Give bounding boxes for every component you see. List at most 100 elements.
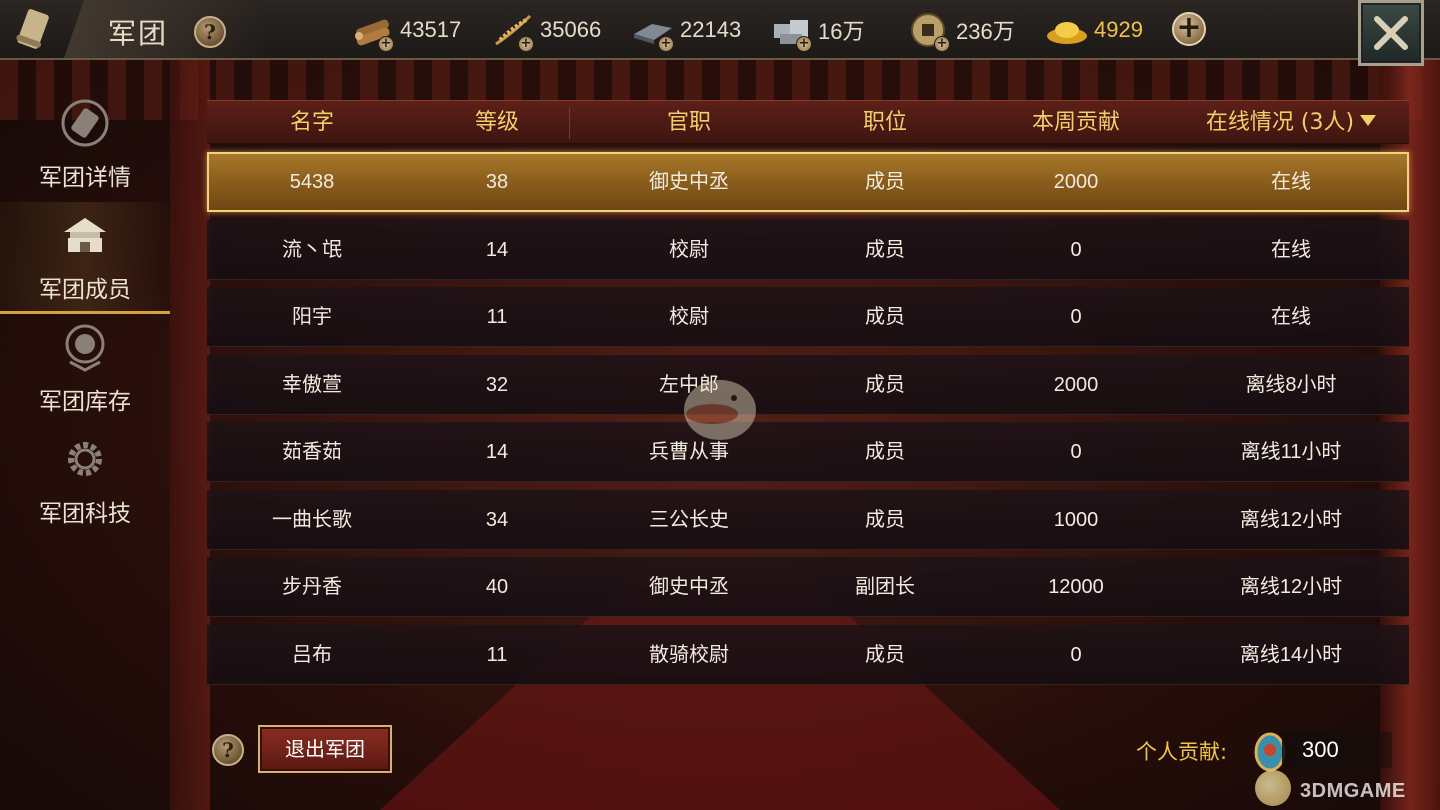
cell-contribution: 0 [1070, 643, 1082, 666]
sidebar-item-details[interactable]: 军团详情 [0, 90, 170, 202]
cell-position: 成员 [865, 306, 905, 328]
table-row[interactable]: 步丹香 40 御史中丞 副团长 12000 离线12小时 [207, 557, 1409, 617]
column-header-office[interactable]: 官职 [577, 101, 801, 145]
resource-stone[interactable]: + 16万 [768, 8, 864, 52]
cell-contribution: 0 [1070, 306, 1082, 328]
coin-seal-icon [65, 324, 105, 372]
cell-level: 11 [486, 643, 508, 666]
table-row[interactable]: 茹香茹 14 兵曹从事 成员 0 离线11小时 [207, 422, 1409, 482]
cell-position: 成员 [865, 508, 905, 531]
grain-value: 35066 [540, 17, 602, 42]
cell-name: 一曲长歌 [272, 508, 352, 531]
cell-status: 在线 [1271, 238, 1311, 261]
cell-level: 14 [485, 238, 509, 261]
table-header: 名字 等级 官职 职位 本周贡献 在线情况 (3人) [207, 100, 1409, 144]
table-row[interactable]: 阳宇 11 校尉 成员 0 在线 [207, 287, 1409, 347]
cell-level: 38 [485, 171, 509, 193]
recharge-plus-button[interactable]: + [1172, 12, 1206, 46]
personal-contribution-label: 个人贡献: [1136, 740, 1228, 764]
table-row[interactable]: 5438 38 御史中丞 成员 2000 在线 [207, 152, 1409, 212]
column-header-level[interactable]: 等级 [417, 101, 577, 145]
add-stone-icon[interactable]: + [796, 36, 812, 52]
column-header-name[interactable]: 名字 [207, 101, 417, 145]
cell-level: 14 [485, 441, 509, 463]
footer-help-button[interactable]: ? [212, 734, 244, 766]
wood-icon: + [350, 10, 396, 52]
palace-icon [64, 218, 106, 252]
iron-value: 22143 [680, 17, 742, 42]
personal-contribution-value: 300 [1282, 732, 1392, 768]
sidebar-item-members[interactable]: 军团成员 [0, 202, 170, 314]
cell-name: 吕布 [292, 643, 332, 666]
cell-level: 32 [485, 373, 509, 396]
cell-position: 成员 [865, 441, 905, 463]
cell-level: 11 [486, 306, 508, 328]
page-title: 军团 [108, 17, 169, 50]
scroll-icon[interactable] [12, 6, 60, 54]
table-row[interactable]: 吕布 11 散骑校尉 成员 0 离线14小时 [207, 624, 1409, 685]
resource-wood[interactable]: + 43517 [350, 8, 461, 52]
cell-position: 副团长 [855, 576, 915, 598]
grain-icon: + [490, 10, 536, 52]
resource-grain[interactable]: + 35066 [490, 8, 601, 52]
watermark-logo-icon [1255, 770, 1291, 806]
stone-value: 16万 [818, 19, 865, 44]
cell-contribution: 0 [1070, 238, 1082, 261]
sidebar-item-tech[interactable]: 军团科技 [0, 426, 170, 538]
cell-position: 成员 [865, 171, 905, 193]
table-row[interactable]: 流丶氓 14 校尉 成员 0 在线 [207, 219, 1409, 280]
sidebar-item-storage[interactable]: 军团库存 [0, 314, 170, 426]
gold-value: 4929 [1094, 17, 1143, 42]
sidebar-item-label: 军团详情 [39, 165, 131, 191]
column-header-contribution[interactable]: 本周贡献 [969, 101, 1183, 145]
cell-office: 御史中丞 [649, 171, 729, 193]
cell-level: 40 [485, 576, 509, 598]
cell-name: 幸傲萱 [282, 373, 342, 396]
top-bar: 军团 ? + 43517 + 35066 + 22143 + 16万 + 236… [0, 0, 1440, 66]
resource-gold[interactable]: 4929 [1044, 8, 1143, 52]
quit-legion-button[interactable]: 退出军团 [258, 725, 392, 773]
coin-value: 236万 [956, 19, 1015, 44]
help-glyph: ? [222, 738, 234, 762]
sidebar-item-label: 军团成员 [39, 277, 131, 303]
column-header-online-status[interactable]: 在线情况 (3人) [1183, 101, 1399, 145]
sidebar-item-label: 军团科技 [39, 501, 131, 527]
cell-position: 成员 [865, 643, 905, 666]
cell-contribution: 12000 [1048, 576, 1104, 598]
resource-coin[interactable]: + 236万 [906, 8, 1015, 52]
curtain-left [170, 60, 210, 810]
wood-value: 43517 [400, 17, 462, 42]
cell-status: 在线 [1271, 171, 1311, 193]
cell-contribution: 2000 [1053, 171, 1099, 193]
add-coin-icon[interactable]: + [934, 36, 950, 52]
cell-name: 流丶氓 [282, 238, 342, 261]
coin-icon: + [906, 10, 952, 52]
help-button[interactable]: ? [194, 16, 226, 48]
add-iron-icon[interactable]: + [658, 36, 674, 52]
watermark: 3DMGAME [1300, 780, 1406, 802]
cell-status: 在线 [1271, 306, 1311, 328]
cell-name: 5438 [289, 171, 335, 193]
dropdown-arrow-icon[interactable] [1360, 115, 1377, 126]
cell-status: 离线14小时 [1239, 643, 1343, 666]
table-row[interactable]: 一曲长歌 34 三公长史 成员 1000 离线12小时 [207, 489, 1409, 550]
cell-office: 散骑校尉 [649, 643, 729, 666]
add-wood-icon[interactable]: + [378, 36, 394, 52]
iron-icon: + [630, 10, 676, 52]
cell-status: 离线12小时 [1239, 508, 1343, 531]
column-header-position[interactable]: 职位 [801, 101, 969, 145]
cell-status: 离线8小时 [1245, 373, 1337, 396]
resource-iron[interactable]: + 22143 [630, 8, 741, 52]
close-button[interactable] [1358, 0, 1424, 66]
table-row[interactable]: 幸傲萱 32 左中郎 成员 2000 离线8小时 [207, 354, 1409, 415]
cell-status: 离线11小时 [1240, 441, 1342, 463]
cell-position: 成员 [865, 238, 905, 261]
cell-position: 成员 [865, 373, 905, 396]
member-table: 名字 等级 官职 职位 本周贡献 在线情况 (3人) 5438 38 御史中丞 成员 2… [207, 100, 1409, 685]
mascot-watermark-icon [684, 380, 756, 440]
help-glyph: ? [204, 20, 216, 44]
cell-office: 三公长史 [649, 508, 729, 531]
sidebar-item-label: 军团库存 [39, 389, 131, 415]
add-grain-icon[interactable]: + [518, 36, 534, 52]
cell-contribution: 0 [1070, 441, 1082, 463]
